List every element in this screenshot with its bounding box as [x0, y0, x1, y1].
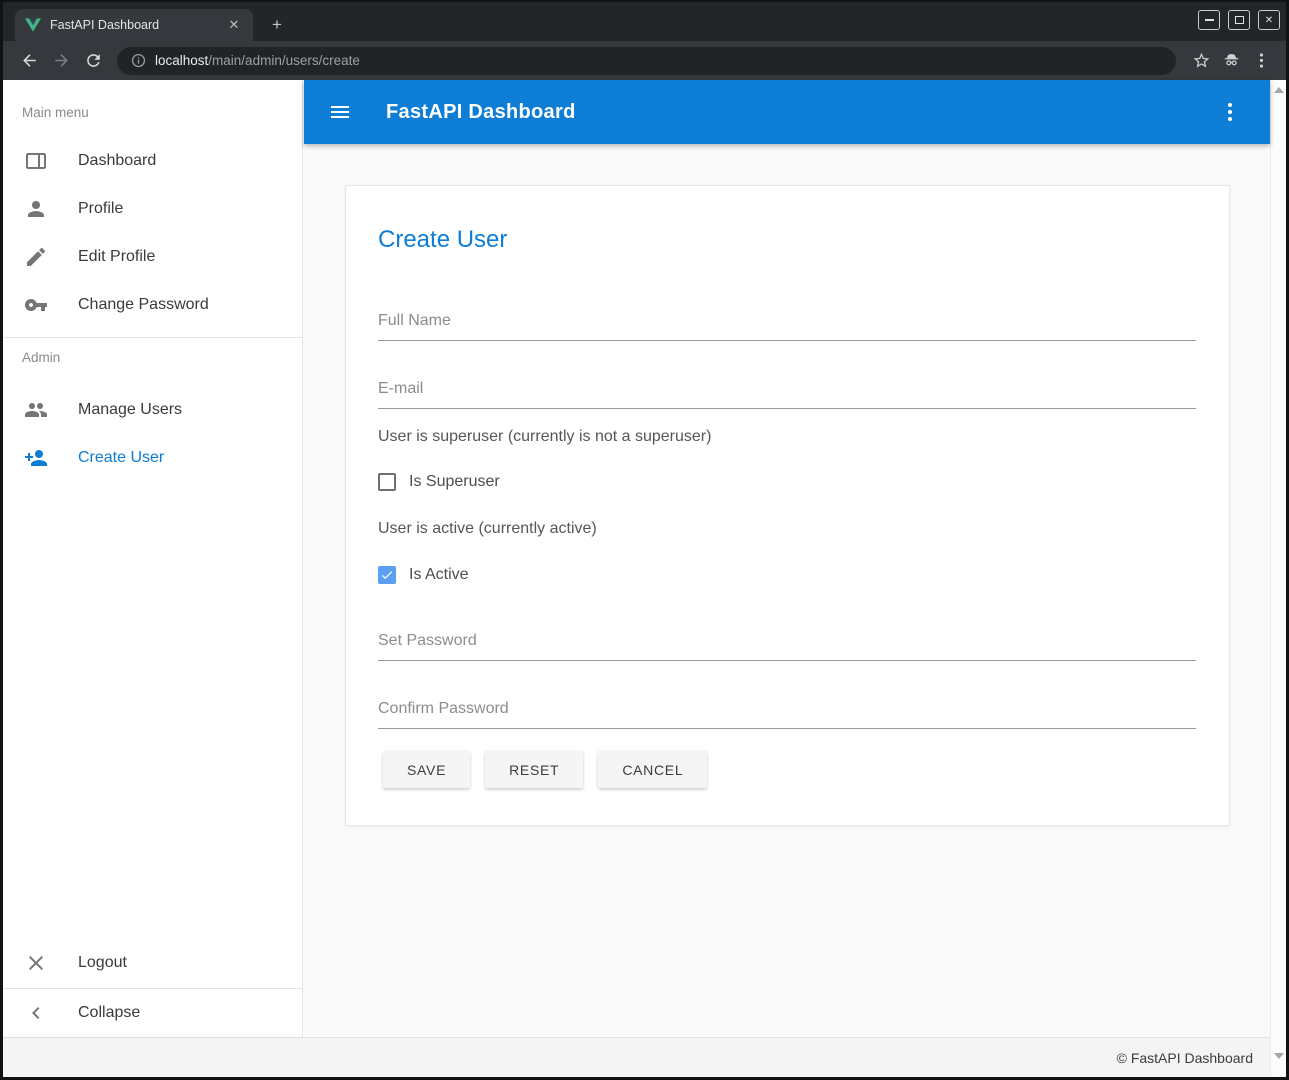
appbar: FastAPI Dashboard [304, 80, 1270, 144]
vue-logo-icon [25, 17, 41, 33]
browser-tab[interactable]: FastAPI Dashboard ✕ [15, 9, 253, 41]
sidebar-item-label: Logout [78, 954, 127, 972]
superuser-hint: User is superuser (currently is not a su… [378, 428, 711, 446]
sidebar-item-label: Edit Profile [78, 248, 155, 266]
is-superuser-checkbox[interactable] [378, 473, 396, 491]
sidebar-item-label: Dashboard [78, 152, 156, 170]
divider [3, 337, 302, 338]
form-actions: SAVE RESET CANCEL [383, 751, 707, 788]
url-path: /main/admin/users/create [208, 53, 360, 68]
cancel-button[interactable]: CANCEL [598, 751, 707, 788]
scrollbar-up-icon[interactable] [1274, 87, 1284, 93]
browser-toolbar: localhost/main/admin/users/create [3, 41, 1286, 80]
sidebar-item-label: Profile [78, 200, 123, 218]
confirm-password-field-wrap [378, 698, 1196, 729]
email-field-wrap [378, 378, 1196, 409]
person-add-icon [24, 446, 48, 470]
people-icon [24, 398, 48, 422]
save-button[interactable]: SAVE [383, 751, 470, 788]
confirm-password-input[interactable] [378, 698, 1196, 729]
forward-icon[interactable] [45, 45, 77, 77]
scrollbar-down-icon[interactable] [1274, 1053, 1284, 1059]
sidebar-item-collapse[interactable]: Collapse [3, 988, 302, 1036]
footer: © FastAPI Dashboard [3, 1037, 1270, 1077]
sidebar-item-logout[interactable]: Logout [3, 939, 302, 987]
checkbox-label[interactable]: Is Superuser [409, 473, 500, 491]
sidebar-item-label: Collapse [78, 1004, 140, 1022]
reset-button[interactable]: RESET [485, 751, 583, 788]
sidebar-item-dashboard[interactable]: Dashboard [3, 137, 302, 185]
maximize-button[interactable] [1228, 10, 1250, 30]
sidebar: Main menu Dashboard Profile Edit Profile [3, 80, 303, 1037]
sidebar-item-manage-users[interactable]: Manage Users [3, 386, 302, 434]
page-viewport: Main menu Dashboard Profile Edit Profile [3, 80, 1286, 1077]
appbar-kebab-icon[interactable] [1218, 100, 1242, 124]
url-host: localhost [155, 53, 208, 68]
chevron-left-icon [24, 1001, 48, 1025]
browser-titlebar: FastAPI Dashboard ✕ + ✕ [3, 2, 1286, 41]
scrollbar-track[interactable] [1270, 80, 1286, 1077]
browser-menu-icon[interactable] [1246, 46, 1276, 76]
set-password-input[interactable] [378, 630, 1196, 661]
footer-copyright: © FastAPI Dashboard [1117, 1050, 1253, 1066]
sidebar-section-main-menu: Main menu [22, 105, 89, 120]
browser-window: FastAPI Dashboard ✕ + ✕ localhost/main/a… [0, 0, 1289, 1080]
window-close-button[interactable]: ✕ [1258, 10, 1280, 30]
check-icon [380, 568, 394, 582]
superuser-checkbox-row: Is Superuser [378, 472, 500, 492]
dashboard-icon [24, 149, 48, 173]
full-name-input[interactable] [378, 310, 1196, 341]
back-icon[interactable] [13, 45, 45, 77]
is-active-checkbox[interactable] [378, 566, 396, 584]
sidebar-item-change-password[interactable]: Change Password [3, 281, 302, 329]
create-user-card: Create User User is superuser (currently… [345, 185, 1230, 826]
sidebar-item-label: Create User [78, 449, 164, 467]
sidebar-item-edit-profile[interactable]: Edit Profile [3, 233, 302, 281]
bookmark-star-icon[interactable] [1186, 46, 1216, 76]
active-checkbox-row: Is Active [378, 565, 469, 585]
set-password-field-wrap [378, 630, 1196, 661]
checkbox-label[interactable]: Is Active [409, 566, 469, 584]
appbar-title: FastAPI Dashboard [386, 101, 576, 124]
full-name-field-wrap [378, 310, 1196, 341]
new-tab-button[interactable]: + [265, 14, 289, 38]
url-bar[interactable]: localhost/main/admin/users/create [117, 47, 1176, 75]
pencil-icon [24, 245, 48, 269]
incognito-icon [1216, 46, 1246, 76]
minimize-button[interactable] [1198, 10, 1220, 30]
email-input[interactable] [378, 378, 1196, 409]
sidebar-section-admin: Admin [22, 350, 60, 365]
reload-icon[interactable] [77, 45, 109, 77]
person-icon [24, 197, 48, 221]
tab-close-icon[interactable]: ✕ [225, 16, 243, 34]
window-controls: ✕ [1198, 10, 1280, 30]
active-hint: User is active (currently active) [378, 520, 597, 538]
sidebar-item-create-user[interactable]: Create User [3, 434, 302, 482]
sidebar-item-label: Change Password [78, 296, 209, 314]
page-title: Create User [378, 226, 507, 254]
sidebar-item-label: Manage Users [78, 401, 182, 419]
close-icon [24, 951, 48, 975]
sidebar-item-profile[interactable]: Profile [3, 185, 302, 233]
site-info-icon[interactable] [131, 53, 146, 68]
tab-title: FastAPI Dashboard [50, 18, 225, 32]
key-icon [24, 293, 48, 317]
menu-icon[interactable] [328, 100, 352, 124]
main-area: FastAPI Dashboard Create User User is su… [304, 80, 1270, 1037]
